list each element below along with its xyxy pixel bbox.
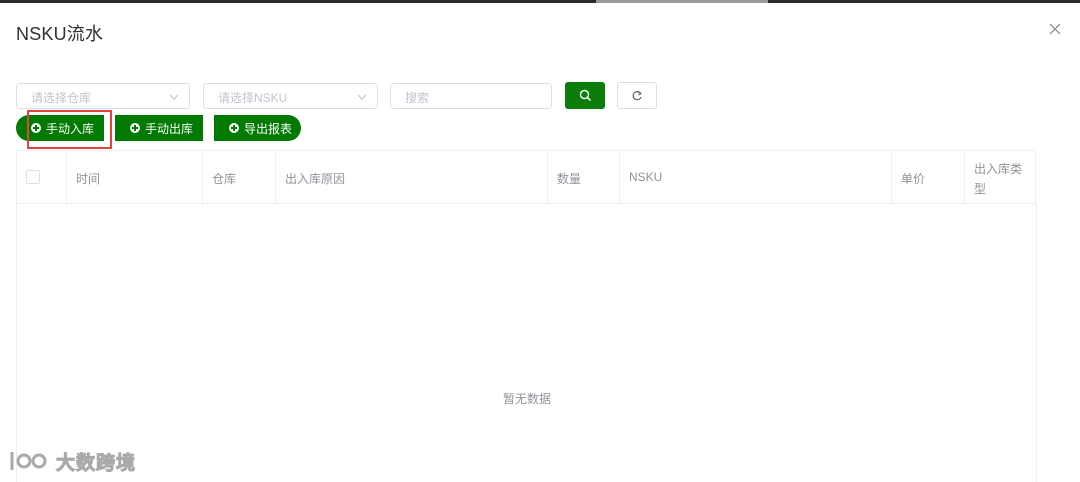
manual-inbound-button[interactable]: 手动入库 — [16, 115, 104, 141]
dialog-title: NSKU流水 — [16, 24, 104, 44]
plus-circle-icon — [229, 123, 239, 133]
plus-circle-icon — [31, 123, 41, 133]
column-header-inout-type[interactable]: 出入库类型 — [965, 151, 1036, 204]
close-icon[interactable] — [1046, 20, 1064, 38]
select-all-checkbox[interactable] — [26, 170, 40, 184]
warehouse-select[interactable]: 请选择仓库 — [16, 83, 190, 109]
column-header-warehouse[interactable]: 仓库 — [203, 151, 276, 204]
watermark: 大数跨境 — [8, 446, 136, 476]
column-header-unit-price[interactable]: 单价 — [892, 151, 965, 204]
watermark-text: 大数跨境 — [55, 452, 137, 474]
nsku-select[interactable]: 请选择NSKU — [203, 83, 378, 109]
empty-state-text: 暂无数据 — [502, 392, 551, 406]
column-header-reason[interactable]: 出入库原因 — [276, 151, 548, 204]
search-button[interactable] — [565, 82, 605, 109]
header-select-all-cell — [17, 151, 67, 204]
manual-outbound-button[interactable]: 手动出库 — [115, 115, 203, 141]
manual-inbound-label: 手动入库 — [46, 121, 95, 136]
column-header-time[interactable]: 时间 — [67, 151, 203, 204]
chevron-down-icon — [169, 94, 179, 100]
window-top-strip — [0, 0, 1080, 3]
table-right-border — [1036, 204, 1037, 482]
export-report-label: 导出报表 — [244, 121, 293, 136]
warehouse-select-placeholder: 请选择仓库 — [31, 91, 92, 105]
reset-button[interactable] — [617, 82, 657, 109]
watermark-logo-icon — [10, 452, 47, 470]
manual-outbound-label: 手动出库 — [145, 121, 194, 136]
search-input-placeholder: 搜索 — [405, 91, 430, 105]
search-input[interactable]: 搜索 — [390, 83, 552, 109]
chevron-down-icon — [357, 94, 367, 100]
plus-circle-icon — [130, 123, 140, 133]
top-strip-highlight — [596, 0, 768, 3]
refresh-icon — [632, 90, 642, 100]
column-header-nsku[interactable]: NSKU — [620, 151, 892, 204]
nsku-flow-table: 时间 仓库 出入库原因 数量 NSKU 单价 出入库类型 暂无数据 — [16, 150, 1037, 482]
export-report-button[interactable]: 导出报表 — [214, 115, 301, 141]
column-header-quantity[interactable]: 数量 — [548, 151, 620, 204]
nsku-select-placeholder: 请选择NSKU — [218, 91, 288, 105]
table-header: 时间 仓库 出入库原因 数量 NSKU 单价 出入库类型 — [17, 150, 1036, 204]
search-icon — [579, 89, 591, 101]
